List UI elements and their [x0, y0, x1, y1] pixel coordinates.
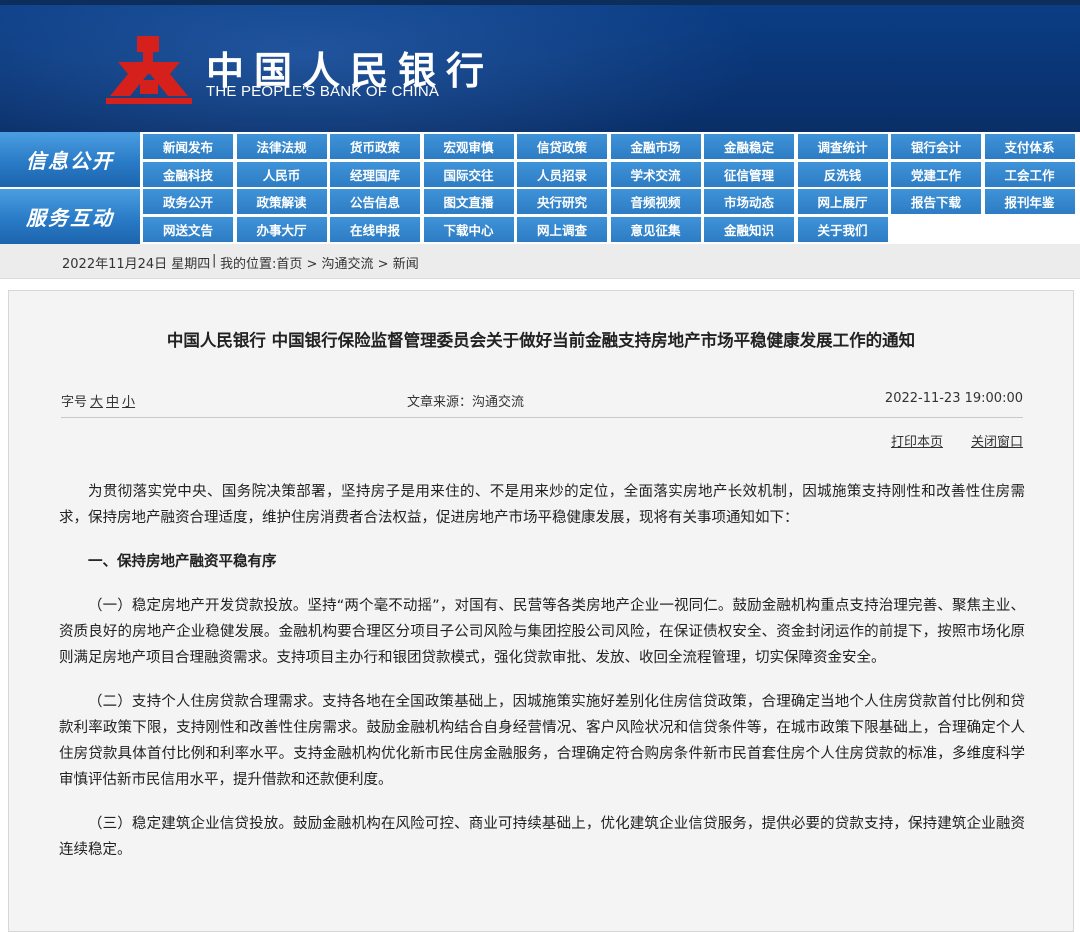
nav-item[interactable]: 工会工作 [984, 162, 1075, 187]
article-meta: 字号大中小 文章来源：沟通交流 2022-11-23 19:00:00 [61, 391, 1023, 411]
nav-item[interactable]: 网上展厅 [797, 189, 888, 214]
nav-item[interactable]: 信贷政策 [517, 134, 607, 159]
nav-item[interactable]: 金融稳定 [704, 134, 794, 159]
nav-item[interactable]: 金融市场 [610, 134, 701, 159]
nav-item[interactable]: 学术交流 [610, 162, 701, 187]
nav-item[interactable]: 法律法规 [236, 134, 327, 159]
nav-item[interactable]: 网送文告 [143, 217, 233, 242]
pboc-emblem-icon [106, 36, 192, 104]
nav-item[interactable]: 网上调查 [517, 217, 607, 242]
nav-item[interactable]: 政策解读 [236, 189, 327, 214]
nav-item[interactable]: 反洗钱 [797, 162, 888, 187]
nav-item[interactable]: 政务公开 [143, 189, 233, 214]
article-panel: 中国人民银行 中国银行保险监督管理委员会关于做好当前金融支持房地产市场平稳健康发… [8, 290, 1074, 932]
breadcrumb: 2022年11月24日 星期四 | 我的位置:首页 > 沟通交流 > 新闻 [0, 244, 1080, 279]
font-size-label: 字号 [61, 395, 88, 410]
font-size-control: 字号大中小 [61, 391, 135, 410]
article-title: 中国人民银行 中国银行保险监督管理委员会关于做好当前金融支持房地产市场平稳健康发… [166, 331, 916, 350]
nav-item[interactable]: 人民币 [236, 162, 327, 187]
nav-section-info: 信息公开 新闻发布 法律法规 货币政策 宏观审慎 信贷政策 金融市场 金融稳定 调查统计 银行会… [0, 132, 1080, 187]
nav-item[interactable]: 党建工作 [891, 162, 981, 187]
nav-item[interactable]: 金融科技 [143, 162, 233, 187]
breadcrumb-separator: | [212, 253, 217, 268]
article-paragraph: （一）稳定房地产开发贷款投放。坚持“两个毫不动摇”，对国有、民营等各类房地产企业… [59, 598, 1025, 666]
article-source: 文章来源：沟通交流 [407, 395, 525, 410]
nav-item[interactable]: 征信管理 [704, 162, 794, 187]
nav-item[interactable]: 公告信息 [330, 189, 420, 214]
font-small-link[interactable]: 小 [122, 395, 135, 410]
nav-section-title-service: 服务互动 [0, 189, 140, 244]
nav-item[interactable]: 音频视频 [610, 189, 701, 214]
article-paragraph: （三）稳定建筑企业信贷投放。鼓励金融机构在风险可控、商业可持续基础上，优化建筑企… [59, 816, 1025, 858]
nav-item[interactable]: 报告下载 [891, 189, 981, 214]
font-large-link[interactable]: 大 [90, 395, 103, 410]
article-paragraph: 为贯彻落实党中央、国务院决策部署，坚持房子是用来住的、不是用来炒的定位，全面落实… [59, 484, 1025, 526]
nav-item[interactable]: 经理国库 [330, 162, 420, 187]
nav-item[interactable]: 央行研究 [517, 189, 607, 214]
meta-divider [61, 417, 1023, 418]
nav-item[interactable]: 市场动态 [704, 189, 794, 214]
nav-item[interactable]: 关于我们 [797, 217, 888, 242]
nav-section-title-info: 信息公开 [0, 132, 140, 187]
nav-item[interactable]: 国际交往 [423, 162, 514, 187]
current-date: 2022年11月24日 星期四 [62, 257, 211, 272]
nav-item[interactable]: 在线申报 [330, 217, 420, 242]
breadcrumb-path[interactable]: 我的位置:首页 > 沟通交流 > 新闻 [220, 253, 419, 272]
article-paragraph: （二）支持个人住房贷款合理需求。支持各地在全国政策基础上，因城施策实施好差别化住… [59, 694, 1025, 788]
site-logo-english: THE PEOPLE'S BANK OF CHINA [206, 83, 440, 100]
nav-item[interactable]: 人员招录 [517, 162, 607, 187]
nav-item[interactable]: 金融知识 [704, 217, 794, 242]
font-medium-link[interactable]: 中 [106, 395, 119, 410]
main-nav: 信息公开 新闻发布 法律法规 货币政策 宏观审慎 信贷政策 金融市场 金融稳定 调查统计 银行会… [0, 132, 1080, 244]
nav-item[interactable]: 支付体系 [984, 134, 1075, 159]
site-header: 中国人民银行 THE PEOPLE'S BANK OF CHINA [0, 0, 1080, 132]
article-section-heading: 一、保持房地产融资平稳有序 [88, 554, 277, 570]
article-date: 2022-11-23 19:00:00 [884, 391, 1023, 406]
nav-item[interactable]: 意见征集 [610, 217, 701, 242]
article-body: 为贯彻落实党中央、国务院决策部署，坚持房子是用来住的、不是用来炒的定位，全面落实… [59, 479, 1025, 881]
nav-item[interactable]: 货币政策 [330, 134, 420, 159]
header-top-strip [0, 0, 1080, 5]
nav-item[interactable]: 报刊年鉴 [984, 189, 1075, 214]
nav-item[interactable]: 办事大厅 [236, 217, 327, 242]
nav-item[interactable]: 银行会计 [891, 134, 981, 159]
nav-item[interactable]: 新闻发布 [143, 134, 233, 159]
close-window-link[interactable]: 关闭窗口 [971, 435, 1023, 450]
nav-section-service: 服务互动 政务公开 政策解读 公告信息 图文直播 央行研究 音频视频 市场动态 网上展厅 报告下… [0, 189, 1080, 244]
print-page-link[interactable]: 打印本页 [891, 435, 943, 450]
nav-item[interactable]: 下载中心 [423, 217, 514, 242]
nav-item[interactable]: 宏观审慎 [423, 134, 514, 159]
nav-item[interactable]: 调查统计 [797, 134, 888, 159]
print-actions: 打印本页 关闭窗口 [863, 431, 1023, 450]
nav-item[interactable]: 图文直播 [423, 189, 514, 214]
